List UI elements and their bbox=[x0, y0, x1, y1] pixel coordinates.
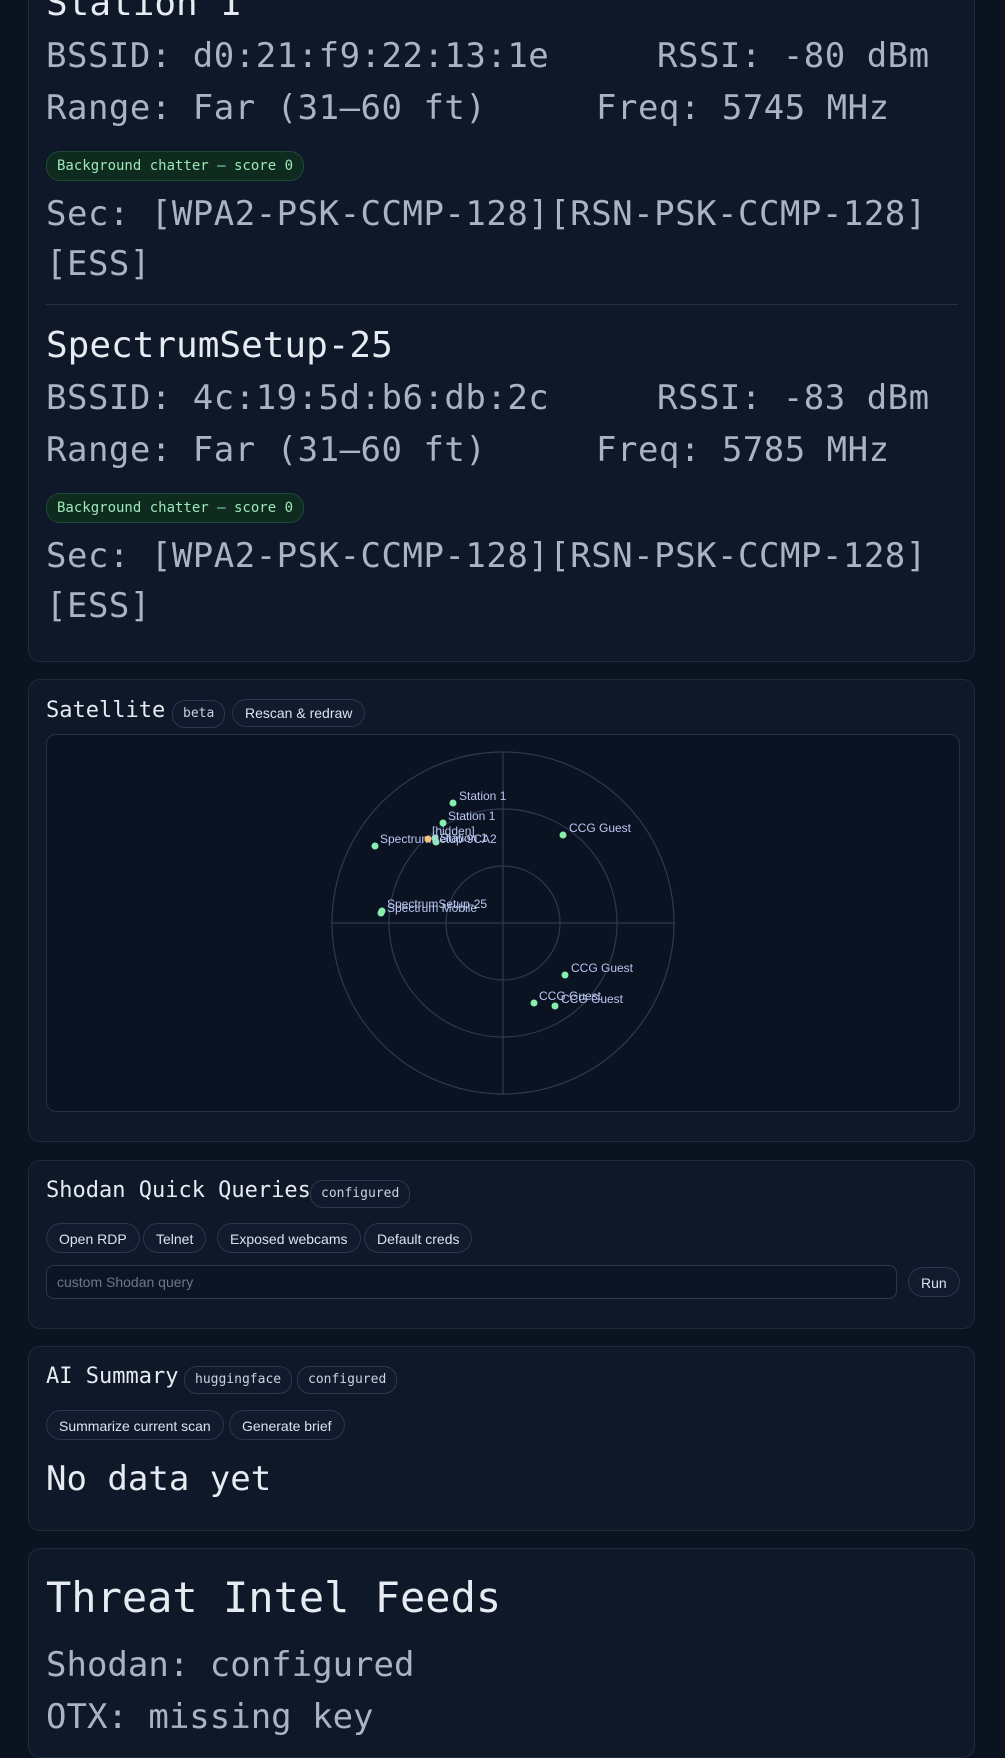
shodan-title: Shodan Quick Queries bbox=[46, 1178, 311, 1203]
radar-panel: Station 1 Station 1 [hidden] Station 1 Spect… bbox=[46, 734, 960, 1112]
custom-shodan-query-input[interactable] bbox=[46, 1265, 897, 1299]
radar-point[interactable] bbox=[449, 799, 457, 807]
network-range: Range: Far (31–60 ft) bbox=[46, 88, 487, 128]
ai-summary-card: AI Summary huggingface configured Summar… bbox=[28, 1346, 975, 1531]
exposed-webcams-button[interactable]: Exposed webcams bbox=[217, 1223, 361, 1253]
network-security: Sec: [WPA2-PSK-CCMP-128][RSN-PSK-CCMP-12… bbox=[46, 531, 946, 631]
generate-brief-button[interactable]: Generate brief bbox=[229, 1410, 345, 1440]
radar-point[interactable] bbox=[551, 1002, 559, 1010]
radar-point[interactable] bbox=[424, 835, 432, 843]
network-bssid: BSSID: d0:21:f9:22:13:1e bbox=[46, 36, 550, 76]
network-ssid: SpectrumSetup-25 bbox=[46, 325, 393, 366]
ai-summary-status: No data yet bbox=[46, 1459, 272, 1499]
radar-point-label: Station 1 bbox=[448, 809, 496, 823]
security-line: [ESS] bbox=[46, 244, 151, 284]
beta-badge: beta bbox=[172, 700, 226, 728]
radar-point-label: CCG Guest bbox=[569, 821, 632, 835]
otx-feed-status: OTX: missing key bbox=[46, 1697, 374, 1737]
radar-point-label: Spectrum Mobile bbox=[387, 901, 477, 915]
network-rssi: RSSI: -83 dBm bbox=[657, 378, 930, 418]
shodan-card: Shodan Quick Queries configured Open RDP… bbox=[28, 1160, 975, 1329]
radar-point-label: CCG Guest bbox=[571, 961, 634, 975]
radar-point-label: Station 1 bbox=[459, 789, 507, 803]
security-line: [ESS] bbox=[46, 586, 151, 626]
radar-point-label: CCG Guest bbox=[561, 992, 624, 1006]
telnet-button[interactable]: Telnet bbox=[143, 1223, 207, 1253]
configured-badge: configured bbox=[297, 1366, 398, 1394]
configured-badge: configured bbox=[310, 1180, 411, 1208]
radar-grid bbox=[331, 751, 675, 1095]
default-creds-button[interactable]: Default creds bbox=[364, 1223, 473, 1253]
network-bssid: BSSID: 4c:19:5d:b6:db:2c bbox=[46, 378, 550, 418]
network-rssi: RSSI: -80 dBm bbox=[657, 36, 930, 76]
radar-chart: Station 1Station 1[hidden]Station 1Spect… bbox=[331, 751, 675, 1095]
network-range: Range: Far (31–60 ft) bbox=[46, 430, 487, 470]
run-button[interactable]: Run bbox=[908, 1267, 960, 1297]
radar-point[interactable] bbox=[371, 842, 379, 850]
threat-score-badge: Background chatter — score 0 bbox=[46, 493, 305, 523]
threat-intel-title: Threat Intel Feeds bbox=[46, 1573, 502, 1622]
security-line: Sec: [WPA2-PSK-CCMP-128][RSN-PSK-CCMP-12… bbox=[46, 536, 927, 576]
radar-point[interactable] bbox=[377, 909, 385, 917]
rescan-button[interactable]: Rescan & redraw bbox=[232, 699, 366, 727]
network-freq: Freq: 5785 MHz bbox=[596, 430, 890, 470]
huggingface-badge: huggingface bbox=[184, 1366, 293, 1394]
radar-point[interactable] bbox=[561, 971, 569, 979]
satellite-title: Satellite bbox=[46, 698, 166, 723]
network-freq: Freq: 5745 MHz bbox=[596, 88, 890, 128]
radar-point-label: SpectrumSetup-9CA2 bbox=[380, 832, 497, 846]
satellite-card: Satellite beta Rescan & redraw Station 1… bbox=[28, 679, 975, 1142]
open-rdp-button[interactable]: Open RDP bbox=[46, 1223, 140, 1253]
summarize-scan-button[interactable]: Summarize current scan bbox=[46, 1410, 224, 1440]
network-security: Sec: [WPA2-PSK-CCMP-128][RSN-PSK-CCMP-12… bbox=[46, 189, 946, 289]
security-line: Sec: [WPA2-PSK-CCMP-128][RSN-PSK-CCMP-12… bbox=[46, 194, 927, 234]
threat-score-badge: Background chatter — score 0 bbox=[46, 151, 305, 181]
network-ssid: Station 1 bbox=[46, 0, 242, 24]
network-divider bbox=[46, 304, 958, 305]
radar-point[interactable] bbox=[530, 999, 538, 1007]
ai-summary-title: AI Summary bbox=[46, 1364, 179, 1389]
network-list-card: Station 1 BSSID: d0:21:f9:22:13:1e RSSI:… bbox=[28, 0, 975, 662]
shodan-feed-status: Shodan: configured bbox=[46, 1645, 415, 1685]
radar-point[interactable] bbox=[559, 831, 567, 839]
